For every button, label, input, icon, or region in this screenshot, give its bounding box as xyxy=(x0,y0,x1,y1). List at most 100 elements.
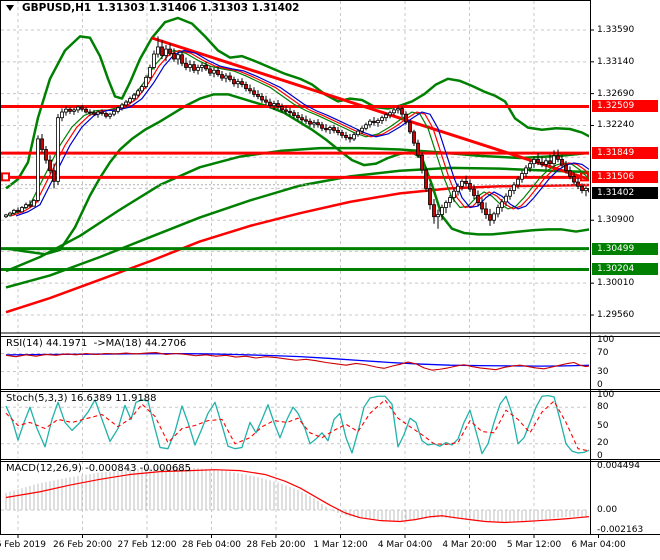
candle xyxy=(524,167,528,174)
candle xyxy=(576,181,580,187)
candle xyxy=(380,117,384,121)
candle xyxy=(424,169,428,189)
price-axis-label: 1.30010 xyxy=(597,278,635,289)
time-axis-label: 28 Feb 04:00 xyxy=(181,540,242,550)
candle xyxy=(208,68,212,74)
candle xyxy=(580,185,584,191)
candle xyxy=(288,110,292,114)
candle xyxy=(124,101,128,106)
candle xyxy=(4,214,8,218)
candle xyxy=(48,159,52,172)
rsi-indicator-label: RSI(14) 44.1971 ->MA(18) 44.2706 xyxy=(6,338,187,349)
symbol-dropdown-icon[interactable] xyxy=(6,5,14,11)
candle xyxy=(360,127,364,132)
candle xyxy=(400,108,404,115)
candle xyxy=(320,124,324,129)
candle xyxy=(268,101,272,107)
candle xyxy=(40,138,44,150)
candle xyxy=(356,130,360,136)
time-axis-label: 4 Mar 04:00 xyxy=(377,540,433,550)
candle xyxy=(584,188,588,191)
price-axis-label: 1.32690 xyxy=(597,88,635,99)
candle xyxy=(504,195,508,203)
candle xyxy=(560,159,564,166)
candle xyxy=(448,197,452,203)
candle xyxy=(224,75,228,79)
time-axis-label: 26 Feb 20:00 xyxy=(52,540,113,550)
candle xyxy=(68,108,72,112)
price-level-badge: 1.32509 xyxy=(592,100,658,113)
candle xyxy=(472,188,476,196)
candle xyxy=(60,111,64,119)
macd-axis-label: 0.00 xyxy=(597,505,618,515)
main-price-panel[interactable] xyxy=(1,1,612,333)
candle xyxy=(64,108,68,113)
candle xyxy=(412,131,416,144)
symbol-timeframe-label: GBPUSD,H1 xyxy=(22,2,92,14)
candle xyxy=(528,163,532,169)
candle xyxy=(476,195,480,203)
candle xyxy=(144,76,148,87)
candle xyxy=(148,67,152,78)
macd-indicator-label: MACD(12,26,9) -0.000843 -0.000685 xyxy=(6,463,191,474)
candle xyxy=(20,207,24,213)
candle xyxy=(196,67,200,71)
candle xyxy=(284,109,288,112)
chart-canvas[interactable] xyxy=(0,0,660,560)
candle xyxy=(512,184,516,191)
candle xyxy=(232,79,236,85)
candle xyxy=(44,149,48,161)
candle xyxy=(536,159,540,163)
stoch-indicator-label: Stoch(5,3,3) 16.6389 11.9188 xyxy=(6,393,157,404)
candle xyxy=(416,142,420,156)
candle xyxy=(152,53,156,68)
price-axis-label: 1.29560 xyxy=(597,310,635,320)
candle xyxy=(260,96,264,101)
candle xyxy=(200,64,204,68)
candle xyxy=(480,202,484,210)
candle xyxy=(496,207,500,215)
candle xyxy=(300,117,304,121)
ohlc-values-label: 1.31303 1.31406 1.31303 1.31402 xyxy=(97,2,300,14)
stoch-axis-label: 80 xyxy=(597,402,609,412)
candle xyxy=(140,86,144,92)
stoch-axis-label: 0 xyxy=(597,451,603,461)
candle xyxy=(96,111,100,115)
candle xyxy=(280,105,284,111)
candle xyxy=(408,121,412,133)
candle xyxy=(36,138,40,201)
candle xyxy=(52,170,56,182)
candle xyxy=(444,202,448,208)
candle xyxy=(460,180,464,187)
candle xyxy=(428,188,432,206)
candle xyxy=(384,114,388,119)
price-axis-label: 1.32240 xyxy=(597,120,635,131)
candle xyxy=(456,185,460,192)
candle xyxy=(552,155,556,165)
candle xyxy=(364,124,368,129)
candle xyxy=(136,90,140,96)
candle xyxy=(488,214,492,221)
candle xyxy=(256,93,260,97)
candle xyxy=(540,161,544,165)
candle xyxy=(192,64,196,71)
candle xyxy=(12,209,16,214)
price-level-badge: 1.30499 xyxy=(592,242,658,255)
candle xyxy=(352,134,356,140)
rsi-axis-label: 30 xyxy=(597,367,609,377)
price-axis-label: 1.30900 xyxy=(597,215,635,226)
candle xyxy=(32,200,36,207)
candle xyxy=(568,170,572,177)
candle xyxy=(420,154,424,171)
candle xyxy=(120,104,124,109)
candle xyxy=(316,122,320,126)
candle xyxy=(564,164,568,172)
candle xyxy=(172,52,176,60)
candle xyxy=(520,173,524,180)
candle xyxy=(176,54,180,60)
candle xyxy=(272,103,276,107)
candle xyxy=(156,46,160,55)
candle xyxy=(108,113,112,117)
candle xyxy=(248,88,252,92)
time-axis-label: 6 Mar 04:00 xyxy=(571,540,626,550)
